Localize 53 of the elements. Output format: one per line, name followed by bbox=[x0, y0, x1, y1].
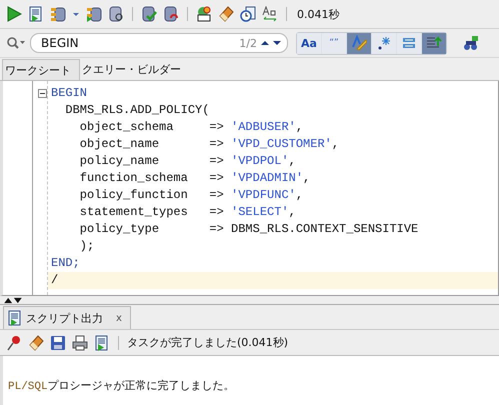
run-script-icon[interactable] bbox=[28, 6, 44, 22]
match-count: 1/2 bbox=[239, 36, 257, 50]
code-line: statement_types => 'SELECT', bbox=[78, 204, 297, 221]
code-line: BEGIN bbox=[50, 85, 88, 102]
code-line: ); bbox=[78, 238, 96, 255]
code-line: policy_name => 'VPDPOL', bbox=[78, 153, 297, 170]
close-button[interactable]: x bbox=[114, 312, 124, 324]
code-line: policy_type => DBMS_RLS.CONTEXT_SENSITIVE bbox=[78, 221, 420, 238]
search-field[interactable]: BEGIN 1/2 bbox=[30, 33, 288, 53]
whole-word-toggle[interactable]: “” bbox=[322, 32, 346, 54]
script-output-icon bbox=[7, 310, 23, 326]
editor-tab[interactable]: クエリー・ビルダー bbox=[80, 59, 189, 80]
previous-icon[interactable] bbox=[273, 39, 281, 47]
regex-icon bbox=[376, 35, 392, 51]
save-icon[interactable] bbox=[50, 334, 66, 350]
eraser-icon[interactable] bbox=[28, 334, 44, 350]
code-line: object_schema => 'ADBUSER', bbox=[78, 119, 304, 136]
database-check-icon[interactable] bbox=[141, 6, 157, 22]
regex-toggle[interactable] bbox=[372, 32, 396, 54]
clock-icon[interactable] bbox=[240, 6, 256, 22]
elapsed-time: 0.041秒 bbox=[297, 6, 340, 22]
script-output-tab[interactable]: スクリプト出力 x bbox=[3, 306, 131, 329]
search-icon[interactable] bbox=[6, 36, 26, 50]
replace-toggle[interactable] bbox=[422, 32, 446, 54]
database-icon[interactable] bbox=[50, 6, 66, 22]
eraser-icon[interactable] bbox=[218, 6, 234, 22]
splitter-arrows-icon[interactable] bbox=[3, 296, 23, 304]
collapse-icon[interactable] bbox=[38, 89, 47, 98]
code-line: function_schema => 'VPDADMIN', bbox=[78, 170, 312, 187]
output-message: PL/SQLプロシージャが正常に完了しました。 bbox=[8, 378, 236, 393]
dropdown-icon[interactable] bbox=[72, 10, 80, 18]
wrap-icon bbox=[401, 35, 417, 51]
code-line: END; bbox=[50, 255, 81, 272]
tab-label: スクリプト出力 bbox=[26, 310, 103, 326]
code-line: policy_function => 'VPDFUNC', bbox=[78, 187, 304, 204]
run-script-icon[interactable] bbox=[94, 334, 110, 350]
pin-icon[interactable] bbox=[6, 334, 22, 350]
search-text: BEGIN bbox=[41, 36, 80, 50]
editor-tab[interactable]: ワークシート bbox=[2, 59, 80, 80]
run-icon[interactable] bbox=[6, 6, 22, 22]
database-icon[interactable] bbox=[86, 6, 102, 22]
print-icon[interactable] bbox=[72, 334, 88, 350]
database-undo-icon[interactable] bbox=[163, 6, 179, 22]
font-case-icon[interactable] bbox=[262, 6, 278, 22]
match-case-toggle[interactable]: Aa bbox=[297, 32, 321, 54]
next-icon[interactable] bbox=[261, 39, 269, 47]
code-line: object_name => 'VPD_CUSTOMER', bbox=[78, 136, 340, 153]
highlight-toggle[interactable] bbox=[347, 32, 371, 54]
database-icon[interactable] bbox=[108, 6, 124, 22]
code-line: DBMS_RLS.ADD_POLICY( bbox=[64, 102, 210, 119]
highlight-icon bbox=[351, 35, 367, 51]
task-status: タスクが完了しました(0.041秒) bbox=[127, 335, 288, 350]
wrap-toggle[interactable] bbox=[397, 32, 421, 54]
